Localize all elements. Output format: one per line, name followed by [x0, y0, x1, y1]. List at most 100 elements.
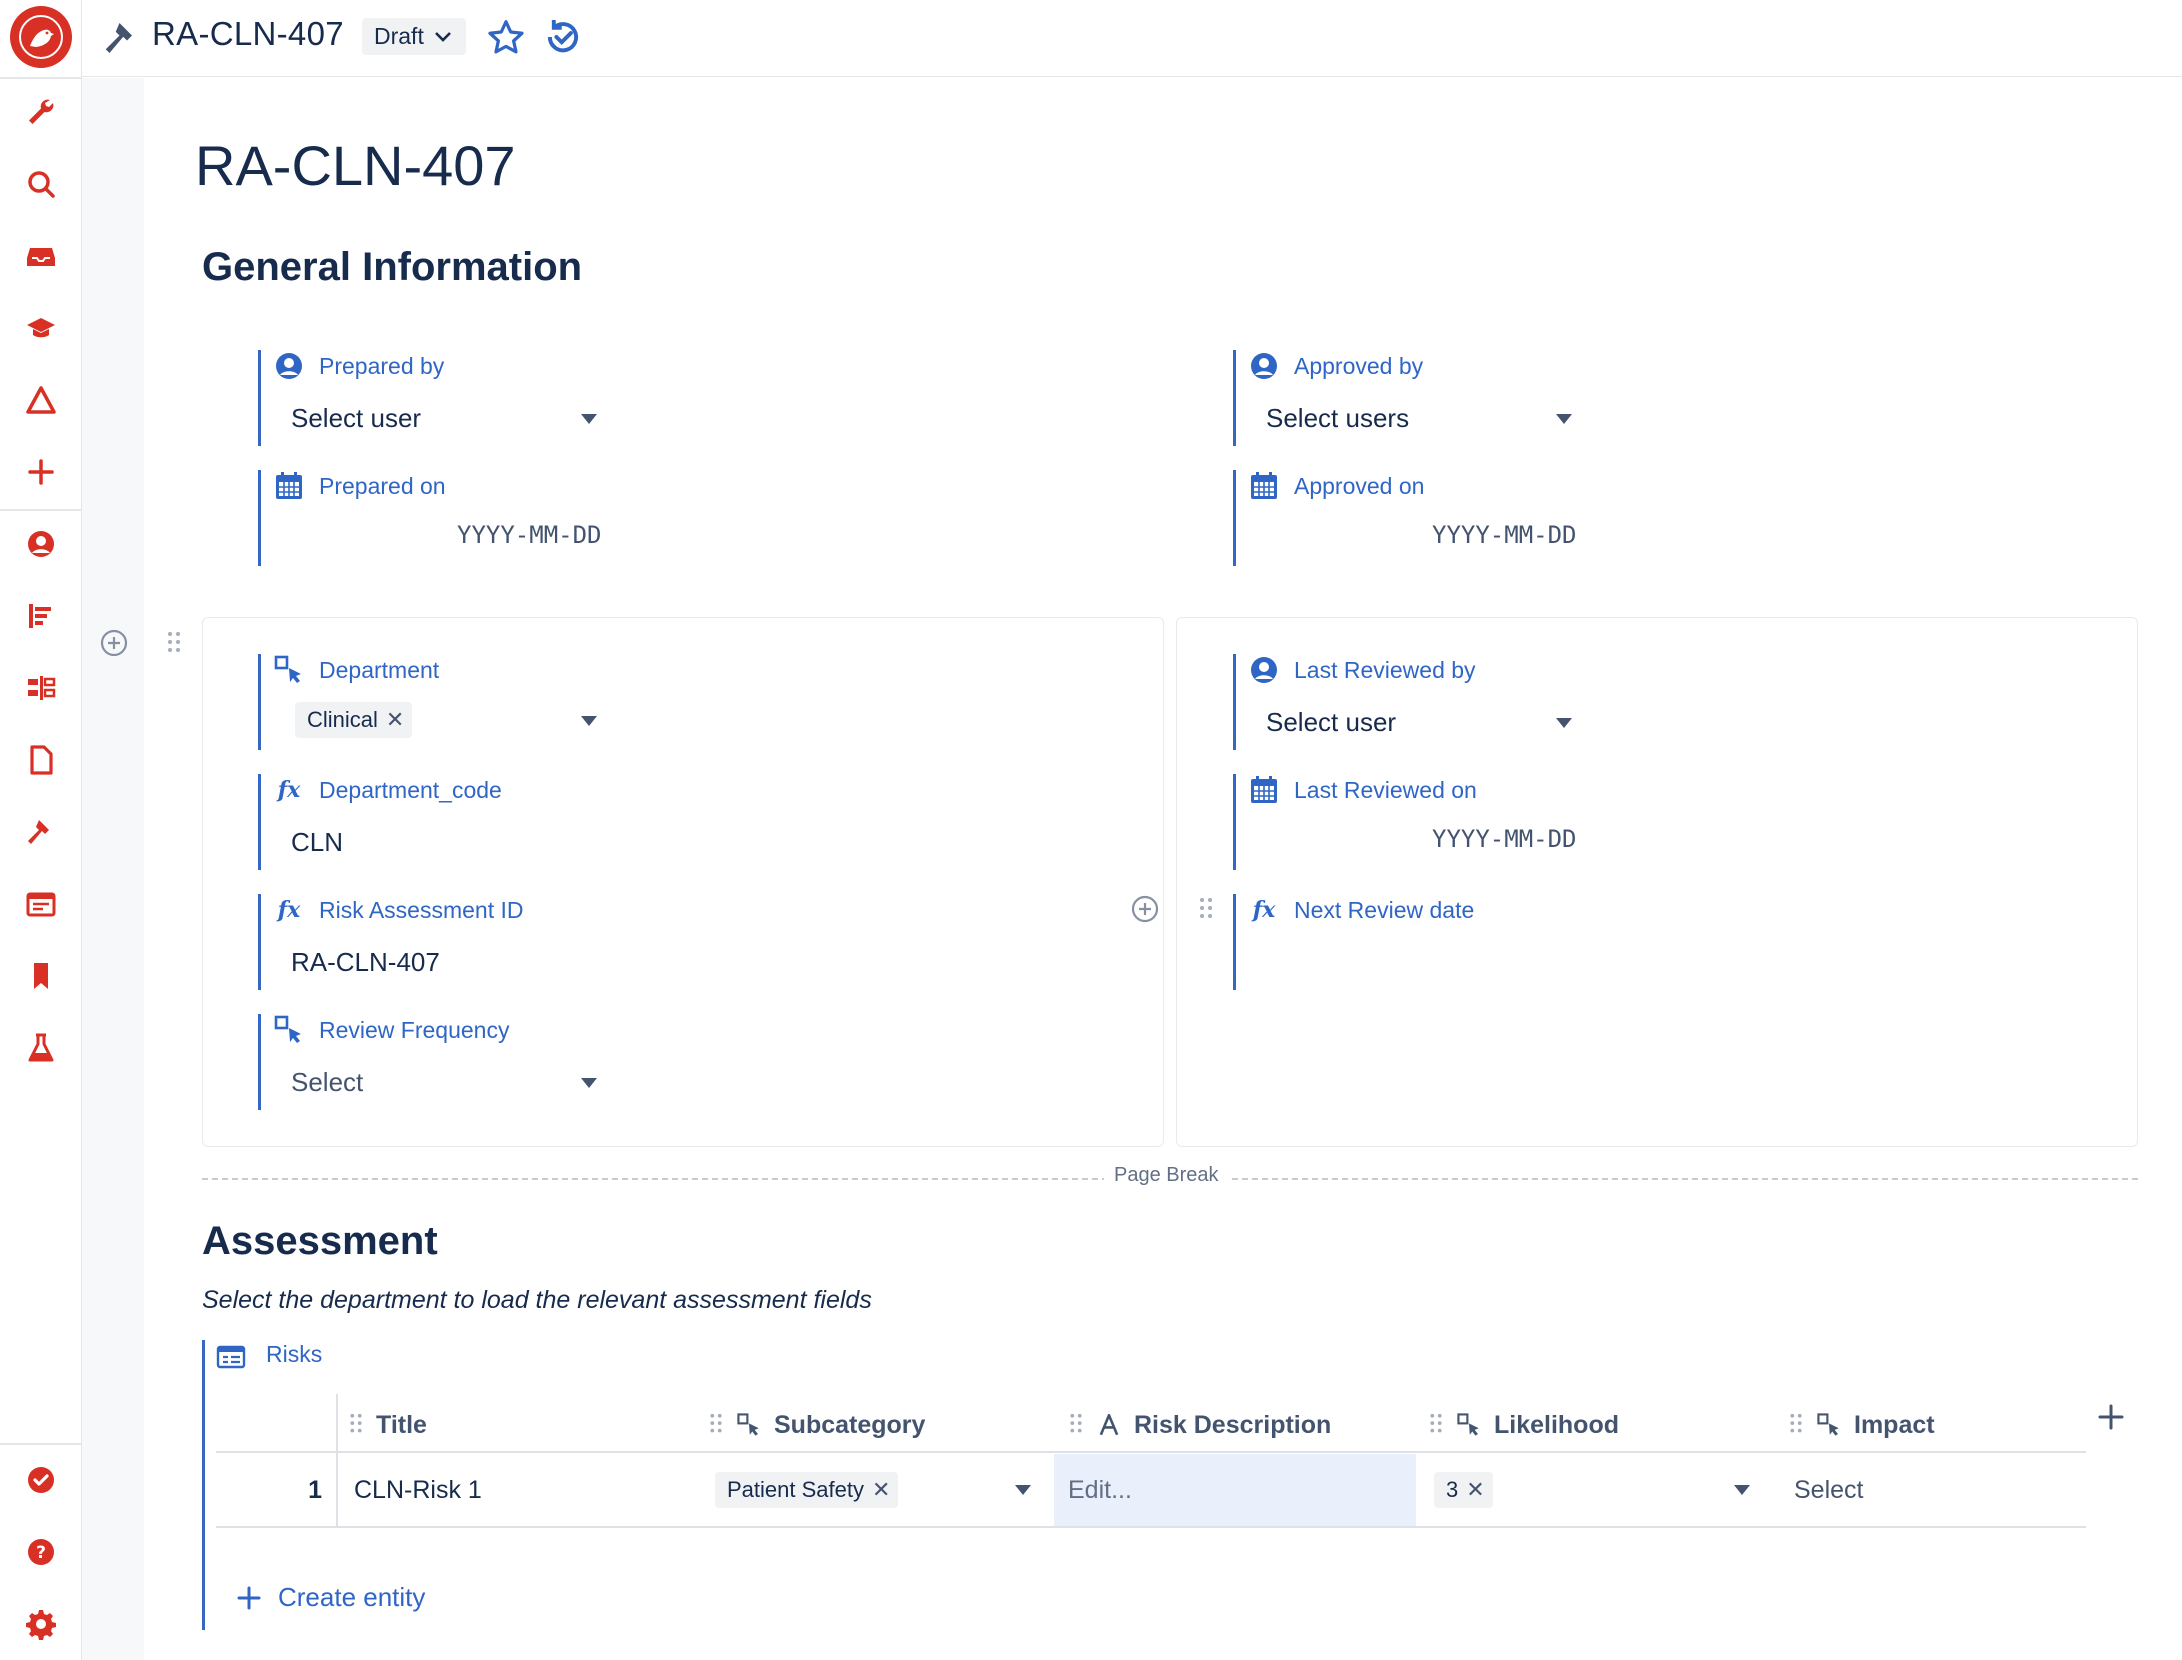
risk-assessment-id-label: Risk Assessment ID — [319, 897, 524, 923]
prepared-on-field: Prepared on YYYY-MM-DD — [258, 470, 698, 566]
section-title-assessment: Assessment — [202, 1219, 438, 1263]
column-header-impact[interactable]: Impact — [1788, 1398, 1935, 1452]
prepared-on-date-input[interactable]: YYYY-MM-DD — [457, 521, 602, 549]
department-chip: Clinical ✕ — [295, 702, 413, 738]
select-cursor-icon — [1817, 1413, 1839, 1436]
user-icon[interactable] — [21, 524, 61, 564]
caret-down-icon[interactable] — [1556, 414, 1572, 424]
row-number-divider — [336, 1394, 338, 1528]
svg-text:fx: fx — [1251, 897, 1276, 923]
drag-handle-icon[interactable] — [1788, 1412, 1804, 1438]
column-header-title[interactable]: Title — [348, 1398, 427, 1452]
select-cursor-icon — [274, 655, 301, 683]
user-icon — [1251, 657, 1277, 683]
review-frequency-select[interactable]: Select — [291, 1067, 363, 1098]
approved-on-date-input[interactable]: YYYY-MM-DD — [1432, 521, 1577, 549]
graduation-cap-icon[interactable] — [21, 308, 61, 348]
calendar-icon — [1251, 776, 1277, 803]
review-frequency-field: Review Frequency Select — [258, 1014, 698, 1110]
cell-likelihood[interactable]: 3 ✕ — [1416, 1454, 1776, 1526]
prepared-by-select[interactable]: Select user — [291, 403, 421, 434]
calendar-icon — [1251, 472, 1277, 499]
prepared-by-label: Prepared by — [319, 353, 445, 379]
drag-handle-icon[interactable] — [1198, 896, 1214, 924]
prepared-on-label: Prepared on — [319, 473, 446, 499]
last-reviewed-on-field: Last Reviewed on YYYY-MM-DD — [1233, 774, 1673, 870]
top-bar: RA-CLN-407 Draft — [82, 0, 2182, 77]
last-reviewed-by-select[interactable]: Select user — [1266, 707, 1396, 738]
text-field-icon — [1099, 1413, 1119, 1436]
drag-handle-icon[interactable] — [708, 1412, 724, 1438]
document-icon[interactable] — [21, 740, 61, 780]
star-icon[interactable] — [486, 18, 526, 58]
history-check-icon[interactable] — [542, 16, 584, 58]
remove-chip-icon[interactable]: ✕ — [1466, 1472, 1484, 1508]
column-header-label: Title — [376, 1410, 427, 1439]
risk-assessment-id-value: RA-CLN-407 — [291, 947, 440, 977]
column-header-likelihood[interactable]: Likelihood — [1428, 1398, 1619, 1452]
drag-handle-icon[interactable] — [1428, 1412, 1444, 1438]
drag-handle-icon[interactable] — [348, 1412, 364, 1438]
caret-down-icon[interactable] — [581, 716, 597, 726]
plus-icon[interactable] — [21, 452, 61, 492]
department-code-label: Department_code — [319, 777, 502, 803]
risks-table-label: Risks — [266, 1341, 323, 1367]
editor-gutter — [82, 78, 144, 1660]
table-entity-icon — [216, 1345, 246, 1369]
subcategory-chip: Patient Safety ✕ — [715, 1472, 899, 1508]
inbox-icon[interactable] — [21, 236, 61, 276]
wrench-icon[interactable] — [21, 92, 61, 132]
caret-down-icon[interactable] — [581, 414, 597, 424]
caret-down-icon[interactable] — [1734, 1485, 1750, 1495]
status-dropdown[interactable]: Draft — [362, 18, 466, 55]
column-header-label: Impact — [1854, 1410, 1935, 1439]
drag-handle-icon[interactable] — [166, 630, 182, 658]
cell-impact-select[interactable]: Select — [1794, 1454, 1863, 1526]
search-icon[interactable] — [21, 164, 61, 204]
gear-icon[interactable] — [21, 1604, 61, 1644]
remove-chip-icon[interactable]: ✕ — [386, 702, 404, 738]
form-icon[interactable] — [21, 884, 61, 924]
cell-risk-description-editor[interactable]: Edit... — [1054, 1454, 1416, 1526]
create-entity-button[interactable]: Create entity — [236, 1582, 425, 1613]
check-badge-icon[interactable] — [21, 1460, 61, 1500]
flask-icon[interactable] — [21, 1028, 61, 1068]
svg-text:?: ? — [36, 1543, 46, 1563]
cell-title[interactable]: CLN-Risk 1 — [354, 1454, 482, 1526]
app-logo[interactable] — [10, 6, 72, 68]
caret-down-icon[interactable] — [1015, 1485, 1031, 1495]
hammer-icon[interactable] — [21, 812, 61, 852]
likelihood-chip: 3 ✕ — [1434, 1472, 1493, 1508]
add-block-icon[interactable] — [99, 628, 129, 658]
cell-subcategory[interactable]: Patient Safety ✕ — [705, 1454, 1055, 1526]
department-code-value: CLN — [291, 827, 344, 857]
bookmark-icon[interactable] — [21, 956, 61, 996]
column-header-risk-description[interactable]: Risk Description — [1068, 1398, 1331, 1452]
board-icon[interactable] — [21, 668, 61, 708]
caret-down-icon[interactable] — [1556, 718, 1572, 728]
remove-chip-icon[interactable]: ✕ — [872, 1472, 890, 1508]
document-id: RA-CLN-407 — [152, 15, 344, 52]
select-cursor-icon — [274, 1015, 301, 1043]
formula-icon: fx — [276, 777, 301, 803]
risk-assessment-id-field: fx Risk Assessment ID RA-CLN-407 — [258, 894, 698, 990]
column-header-subcategory[interactable]: Subcategory — [708, 1398, 925, 1452]
approved-by-select[interactable]: Select users — [1266, 403, 1409, 434]
add-column-icon[interactable] — [2096, 1402, 2126, 1432]
help-icon[interactable]: ? — [21, 1532, 61, 1572]
add-block-icon[interactable] — [1130, 894, 1160, 924]
list-icon[interactable] — [21, 596, 61, 636]
user-icon — [1251, 353, 1277, 379]
department-chip-label: Clinical — [307, 707, 378, 732]
create-entity-label: Create entity — [278, 1582, 426, 1612]
row-number: 1 — [308, 1475, 322, 1504]
caret-down-icon[interactable] — [581, 1078, 597, 1088]
drag-handle-icon[interactable] — [1068, 1412, 1084, 1438]
warning-triangle-icon[interactable] — [21, 380, 61, 420]
last-reviewed-on-date-input[interactable]: YYYY-MM-DD — [1432, 825, 1577, 853]
likelihood-chip-label: 3 — [1446, 1477, 1459, 1502]
table-header-divider — [216, 1451, 2086, 1453]
subcategory-chip-label: Patient Safety — [727, 1477, 864, 1502]
next-review-date-label: Next Review date — [1294, 897, 1475, 923]
user-icon — [276, 353, 302, 379]
